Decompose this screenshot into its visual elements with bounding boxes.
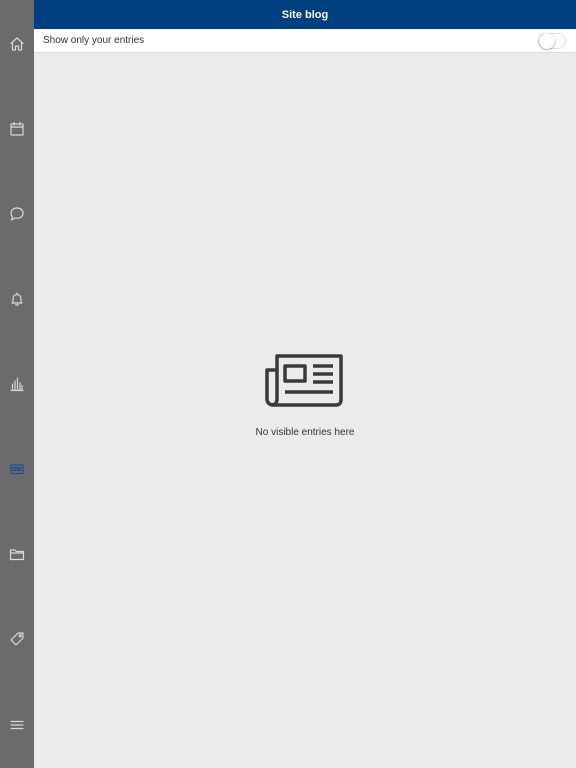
empty-state: No visible entries here	[34, 350, 576, 438]
sidebar	[0, 0, 34, 768]
home-icon	[10, 37, 24, 51]
sidebar-item-notifications[interactable]	[0, 282, 34, 316]
sidebar-item-home[interactable]	[0, 27, 34, 61]
sidebar-item-menu[interactable]	[0, 708, 34, 742]
chat-icon	[10, 207, 24, 221]
empty-message: No visible entries here	[255, 427, 355, 438]
app-header: Site blog	[34, 0, 576, 29]
filter-bar: Show only your entries	[34, 29, 576, 53]
toggle-knob	[539, 32, 555, 49]
sidebar-item-chat[interactable]	[0, 197, 34, 231]
sidebar-item-files[interactable]	[0, 537, 34, 571]
calendar-icon	[10, 121, 24, 136]
tag-icon	[10, 632, 24, 646]
sidebar-item-calendar[interactable]	[0, 112, 34, 146]
filter-label: Show only your entries	[43, 35, 145, 46]
bar-chart-icon	[10, 377, 24, 392]
folder-icon	[9, 549, 25, 561]
sidebar-item-blog[interactable]	[0, 452, 34, 486]
sidebar-item-tags[interactable]	[0, 622, 34, 656]
menu-icon	[10, 720, 24, 730]
blog-icon	[10, 464, 24, 475]
bell-icon	[11, 292, 23, 306]
newspaper-icon	[265, 354, 343, 407]
page-title: Site blog	[281, 8, 329, 21]
show-own-entries-toggle[interactable]	[538, 32, 566, 49]
sidebar-item-reports[interactable]	[0, 367, 34, 401]
